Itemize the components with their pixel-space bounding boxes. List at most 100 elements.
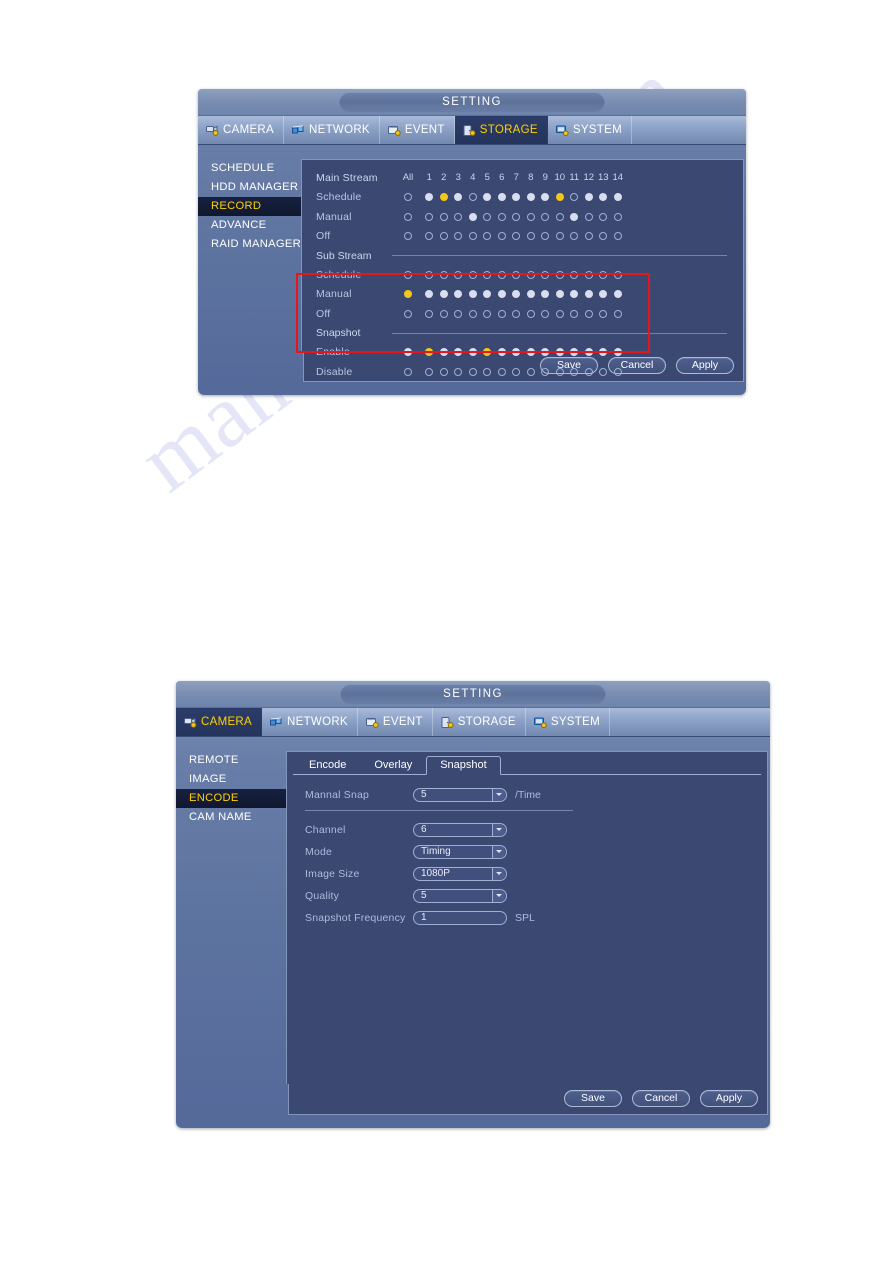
- radio-all-enable[interactable]: [404, 348, 412, 357]
- radio-disable-ch5[interactable]: [483, 367, 492, 376]
- radio-all-manual[interactable]: [404, 212, 412, 221]
- radio-manual-ch10[interactable]: [555, 290, 564, 299]
- radio-schedule-ch2[interactable]: [439, 193, 448, 202]
- radio-cell[interactable]: [553, 309, 568, 318]
- radio-cell[interactable]: [524, 348, 539, 357]
- radio-cell[interactable]: [582, 309, 597, 318]
- sidebar-item-schedule[interactable]: SCHEDULE: [198, 159, 301, 178]
- radio-disable-ch2[interactable]: [439, 367, 448, 376]
- tab-network[interactable]: NETWORK: [284, 116, 380, 144]
- radio-off-ch5[interactable]: [483, 309, 492, 318]
- radio-schedule-ch11[interactable]: [570, 193, 579, 202]
- radio-off-ch9[interactable]: [541, 232, 550, 241]
- radio-cell[interactable]: [611, 290, 626, 299]
- radio-cell[interactable]: [480, 212, 495, 221]
- radio-off-ch2[interactable]: [439, 232, 448, 241]
- radio-off-ch11[interactable]: [570, 232, 579, 241]
- radio-manual-ch6[interactable]: [497, 212, 506, 221]
- sidebar-item-advance[interactable]: ADVANCE: [198, 216, 301, 235]
- radio-manual-ch9[interactable]: [541, 290, 550, 299]
- radio-cell[interactable]: [596, 232, 611, 241]
- radio-cell[interactable]: [437, 367, 452, 376]
- radio-disable-ch4[interactable]: [468, 367, 477, 376]
- radio-cell[interactable]: [567, 348, 582, 357]
- radio-cell[interactable]: [509, 367, 524, 376]
- radio-off-ch6[interactable]: [497, 309, 506, 318]
- radio-enable-ch2[interactable]: [439, 348, 448, 357]
- radio-cell[interactable]: [524, 270, 539, 279]
- radio-all-off[interactable]: [404, 232, 412, 241]
- radio-schedule-ch14[interactable]: [613, 270, 622, 279]
- radio-schedule-ch13[interactable]: [599, 270, 608, 279]
- sidebar-item-record[interactable]: RECORD: [198, 197, 301, 216]
- radio-all-off[interactable]: [404, 309, 412, 318]
- radio-cell[interactable]: [437, 212, 452, 221]
- radio-disable-ch9[interactable]: [541, 367, 550, 376]
- channel-select[interactable]: 6: [413, 822, 507, 837]
- radio-cell[interactable]: [422, 212, 437, 221]
- subtab-encode[interactable]: Encode: [295, 756, 360, 774]
- radio-off-ch8[interactable]: [526, 232, 535, 241]
- radio-schedule-ch6[interactable]: [497, 270, 506, 279]
- chevron-down-icon[interactable]: [492, 867, 505, 880]
- radio-cell[interactable]: [480, 367, 495, 376]
- radio-cell[interactable]: [495, 270, 510, 279]
- subtab-overlay[interactable]: Overlay: [360, 756, 426, 774]
- radio-cell[interactable]: [466, 232, 481, 241]
- radio-all-enable[interactable]: [394, 348, 422, 357]
- radio-all-schedule[interactable]: [404, 193, 412, 202]
- radio-schedule-ch5[interactable]: [483, 270, 492, 279]
- radio-off-ch12[interactable]: [584, 232, 593, 241]
- radio-disable-ch13[interactable]: [599, 367, 608, 376]
- radio-cell[interactable]: [422, 270, 437, 279]
- radio-cell[interactable]: [582, 193, 597, 202]
- radio-cell[interactable]: [611, 193, 626, 202]
- radio-schedule-ch6[interactable]: [497, 193, 506, 202]
- radio-cell[interactable]: [466, 367, 481, 376]
- radio-disable-ch14[interactable]: [613, 367, 622, 376]
- radio-cell[interactable]: [509, 270, 524, 279]
- quality-select[interactable]: 5: [413, 888, 507, 903]
- radio-cell[interactable]: [509, 193, 524, 202]
- radio-schedule-ch3[interactable]: [454, 193, 463, 202]
- radio-enable-ch10[interactable]: [555, 348, 564, 357]
- radio-enable-ch12[interactable]: [584, 348, 593, 357]
- radio-off-ch13[interactable]: [599, 232, 608, 241]
- radio-cell[interactable]: [437, 309, 452, 318]
- radio-schedule-ch12[interactable]: [584, 193, 593, 202]
- radio-cell[interactable]: [422, 348, 437, 357]
- radio-off-ch8[interactable]: [526, 309, 535, 318]
- tab-system[interactable]: SYSTEM: [526, 708, 610, 736]
- radio-cell[interactable]: [611, 212, 626, 221]
- radio-cell[interactable]: [596, 348, 611, 357]
- radio-cell[interactable]: [480, 270, 495, 279]
- radio-cell[interactable]: [596, 193, 611, 202]
- radio-cell[interactable]: [582, 232, 597, 241]
- radio-off-ch1[interactable]: [425, 309, 434, 318]
- radio-enable-ch14[interactable]: [613, 348, 622, 357]
- radio-cell[interactable]: [495, 193, 510, 202]
- radio-disable-ch7[interactable]: [512, 367, 521, 376]
- radio-off-ch9[interactable]: [541, 309, 550, 318]
- radio-enable-ch9[interactable]: [541, 348, 550, 357]
- radio-manual-ch10[interactable]: [555, 212, 564, 221]
- radio-cell[interactable]: [582, 367, 597, 376]
- sidebar-item-image[interactable]: IMAGE: [176, 770, 286, 789]
- radio-off-ch1[interactable]: [425, 232, 434, 241]
- radio-cell[interactable]: [538, 367, 553, 376]
- radio-manual-ch11[interactable]: [570, 290, 579, 299]
- radio-manual-ch2[interactable]: [439, 212, 448, 221]
- radio-off-ch14[interactable]: [613, 232, 622, 241]
- radio-manual-ch9[interactable]: [541, 212, 550, 221]
- radio-enable-ch11[interactable]: [570, 348, 579, 357]
- radio-manual-ch2[interactable]: [439, 290, 448, 299]
- radio-cell[interactable]: [451, 212, 466, 221]
- radio-cell[interactable]: [466, 348, 481, 357]
- radio-off-ch13[interactable]: [599, 309, 608, 318]
- radio-schedule-ch5[interactable]: [483, 193, 492, 202]
- radio-cell[interactable]: [596, 309, 611, 318]
- radio-schedule-ch11[interactable]: [570, 270, 579, 279]
- radio-schedule-ch8[interactable]: [526, 193, 535, 202]
- radio-off-ch7[interactable]: [512, 309, 521, 318]
- radio-schedule-ch9[interactable]: [541, 193, 550, 202]
